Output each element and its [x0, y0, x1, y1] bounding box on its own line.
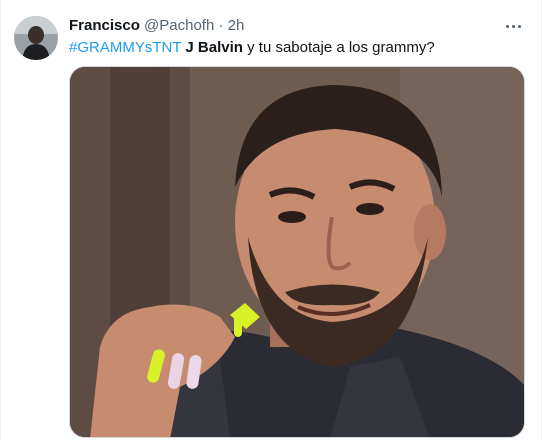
tweet-text: #GRAMMYsTNT J Balvin y tu sabotaje a los…	[69, 38, 435, 58]
more-options-icon[interactable]	[501, 16, 525, 36]
meme-photo	[70, 67, 524, 437]
separator-dot: ·	[218, 17, 224, 34]
tweet-timestamp[interactable]: 2h	[228, 17, 245, 34]
author-name[interactable]: Francisco	[69, 17, 140, 34]
author-avatar[interactable]	[14, 16, 58, 60]
tweet-body: y tu sabotaje a los grammy?	[247, 39, 435, 56]
tweet-media-image[interactable]	[69, 66, 525, 438]
bold-mention: J Balvin	[185, 39, 243, 56]
author-handle[interactable]: @Pachofh	[144, 17, 214, 34]
hashtag-link[interactable]: #GRAMMYsTNT	[69, 39, 181, 56]
avatar-image	[14, 16, 58, 60]
tweet-header: Francisco @Pachofh · 2h	[69, 16, 244, 36]
tweet-card[interactable]: Francisco @Pachofh · 2h #GRAMMYsTNT J Ba…	[0, 0, 542, 440]
